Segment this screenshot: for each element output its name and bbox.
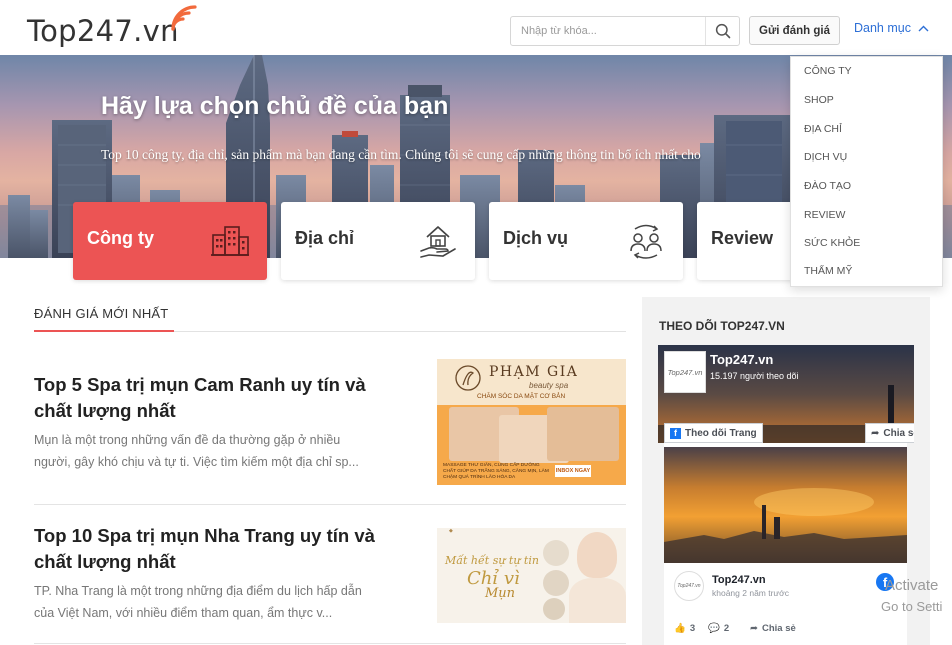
facebook-followers: 15.197 người theo dõi <box>710 371 799 381</box>
search-input[interactable] <box>511 17 705 45</box>
thumb-photo <box>547 407 619 461</box>
site-header: Top247.vn Gửi đánh giá Danh mục <box>0 0 952 55</box>
menu-item-shop[interactable]: SHOP <box>804 94 834 106</box>
menu-item-cong-ty[interactable]: CÔNG TY <box>804 65 852 77</box>
category-card-dia-chi[interactable]: Địa chỉ <box>281 202 475 280</box>
article-divider <box>34 504 626 505</box>
thumb-banner: CHĂM SÓC DA MẶT CƠ BẢN <box>477 393 566 400</box>
post-time: khoảng 2 năm trước <box>712 588 789 598</box>
site-logo[interactable]: Top247.vn <box>27 14 179 48</box>
thumb-promo-text: MASSAGE THƯ GIÃN, CUNG CẤP DƯỠNG CHẤT GI… <box>443 463 549 480</box>
section-title: ĐÁNH GIÁ MỚI NHẤT <box>34 306 169 321</box>
post-author-avatar[interactable]: Top247.vn <box>674 571 704 601</box>
article-divider <box>34 643 626 644</box>
category-label: Công ty <box>87 228 154 248</box>
thumb-brand-sub: beauty spa <box>529 381 569 390</box>
chevron-up-icon <box>918 25 929 31</box>
hero-title: Hãy lựa chọn chủ đề của bạn <box>101 92 449 120</box>
facebook-post-card: Top247.vn Top247.vn khoảng 2 năm trước f… <box>664 443 907 645</box>
category-label: Dịch vụ <box>503 228 569 248</box>
facebook-follow-button[interactable]: f Theo dõi Trang <box>664 423 763 443</box>
facebook-share-label: Chia sẻ <box>883 427 914 439</box>
buildings-icon <box>211 226 249 256</box>
article-thumbnail[interactable]: ◆ Mất hết sự tự tin Chỉ vì Mụn <box>437 528 626 623</box>
category-card-cong-ty[interactable]: Công ty <box>73 202 267 280</box>
thumb-brand: PHẠM GIA <box>489 364 579 380</box>
hero-subtitle: Top 10 công ty, địa chỉ, sản phẩm mà bạn… <box>101 147 701 162</box>
spa-logo-icon <box>455 365 481 391</box>
search-box <box>510 16 740 46</box>
house-hand-icon <box>420 226 456 258</box>
facebook-page-name[interactable]: Top247.vn <box>710 352 773 367</box>
article-title[interactable]: Top 5 Spa trị mụn Cam Ranh uy tín và chấ… <box>34 372 379 424</box>
menu-item-dia-chi[interactable]: ĐỊA CHỈ <box>804 123 842 135</box>
comment-button[interactable]: 💬 2 <box>708 623 729 634</box>
post-image[interactable] <box>664 447 907 563</box>
thumb-circle-photo <box>543 570 569 596</box>
article-excerpt: TP. Nha Trang là một trong những địa điể… <box>34 584 362 620</box>
activation-watermark-line2: Go to Setti <box>881 599 943 614</box>
article-title[interactable]: Top 10 Spa trị mụn Nha Trang uy tín và c… <box>34 523 379 575</box>
post-share-button[interactable]: ➦ Chia sẻ <box>750 623 796 634</box>
section-accent-line <box>34 330 174 332</box>
category-menu-toggle[interactable]: Danh mục <box>854 21 929 35</box>
search-icon <box>715 23 730 39</box>
comment-icon: 💬 <box>708 623 720 634</box>
submit-review-button[interactable]: Gửi đánh giá <box>749 16 840 45</box>
share-arrow-icon: ➦ <box>750 623 758 634</box>
people-exchange-icon <box>630 224 662 259</box>
facebook-icon: f <box>670 427 681 439</box>
thumbs-up-icon: 👍 <box>674 623 686 634</box>
share-arrow-icon: ➦ <box>871 427 880 439</box>
post-share-label: Chia sẻ <box>761 623 796 634</box>
facebook-share-button[interactable]: ➦ Chia sẻ <box>865 423 914 443</box>
signal-waves-icon <box>171 5 197 31</box>
thumb-circle-photo <box>543 598 565 620</box>
thumb-circle-photo <box>543 540 569 566</box>
category-menu-label: Danh mục <box>854 21 911 35</box>
page: Top247.vn Gửi đánh giá Danh mục <box>0 0 952 645</box>
post-author-name[interactable]: Top247.vn <box>712 574 766 586</box>
menu-item-suc-khoe[interactable]: SỨC KHỎE <box>804 237 860 249</box>
like-button[interactable]: 👍 3 <box>674 623 695 634</box>
facebook-page-logo: Top247.vn <box>664 351 706 393</box>
search-button[interactable] <box>705 17 739 45</box>
thumb-brand-mini: ◆ <box>449 528 453 534</box>
menu-item-tham-my[interactable]: THẨM MỸ <box>804 265 852 277</box>
article-thumbnail[interactable]: PHẠM GIA beauty spa CHĂM SÓC DA MẶT CƠ B… <box>437 359 626 485</box>
category-label: Địa chỉ <box>295 228 355 248</box>
thumb-line3: Mụn <box>485 586 516 601</box>
menu-item-dich-vu[interactable]: DỊCH VỤ <box>804 151 847 163</box>
activation-watermark-line1: Activate <box>885 577 939 594</box>
comment-count: 2 <box>723 623 730 634</box>
sidebar-title: THEO DÕI TOP247.VN <box>659 319 785 333</box>
category-label: Review <box>711 228 774 248</box>
thumb-model-face <box>577 532 617 578</box>
like-count: 3 <box>689 623 696 634</box>
thumb-cta: INBOX NGAY <box>555 465 591 477</box>
article-excerpt: Mụn là một trong những vấn đề da thường … <box>34 433 359 469</box>
category-card-dich-vu[interactable]: Dịch vụ <box>489 202 683 280</box>
category-dropdown-menu: CÔNG TY SHOP ĐỊA CHỈ DỊCH VỤ ĐÀO TẠO REV… <box>790 56 943 287</box>
facebook-follow-label: Theo dõi Trang <box>685 427 757 439</box>
thumb-line1: Mất hết sự tự tin <box>445 554 539 567</box>
menu-item-review[interactable]: REVIEW <box>804 209 845 221</box>
facebook-page-cover[interactable]: Top247.vn Top247.vn 15.197 người theo dõ… <box>658 345 914 443</box>
menu-item-dao-tao[interactable]: ĐÀO TẠO <box>804 180 851 192</box>
thumb-model-body <box>569 578 626 623</box>
